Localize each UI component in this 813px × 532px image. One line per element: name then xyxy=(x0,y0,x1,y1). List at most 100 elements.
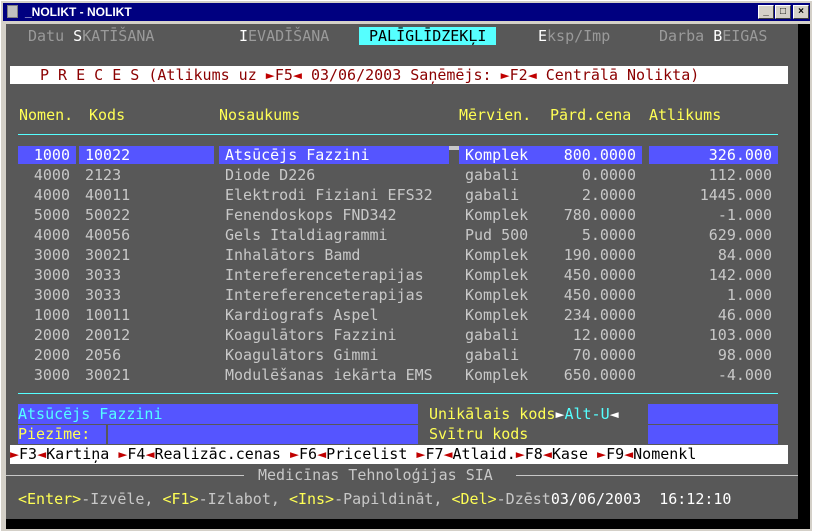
cell-nomen: 5000 xyxy=(33,206,70,224)
title-bar[interactable]: _NOLIKT - NOLIKT _ □ × xyxy=(3,3,810,21)
table-row[interactable]: 4000 2123 Diode D226 gabali 0.0000 112.000 xyxy=(6,165,798,185)
cell-atlikums: 326.000 xyxy=(649,146,778,164)
cell-nosaukums: Gels Italdiagrammi xyxy=(225,226,388,244)
cell-mervien: gabali xyxy=(465,326,520,344)
cell-kods: 40011 xyxy=(85,186,131,204)
text-cursor xyxy=(449,146,459,150)
table-row[interactable]: 2000 20012 Koagulātors Fazzini gabali 12.000… xyxy=(6,325,798,345)
hint-ins-key[interactable]: <Ins> xyxy=(289,490,334,508)
minimize-button[interactable]: _ xyxy=(758,5,774,19)
f6-label[interactable]: Pricelist xyxy=(326,445,407,463)
cell-pard-cena: 650.0000 xyxy=(563,366,636,384)
cell-atlikums: -1.000 xyxy=(717,206,772,224)
horizontal-scrollbar[interactable] xyxy=(6,519,810,529)
balance-date[interactable]: 03/06/2003 xyxy=(311,66,401,84)
f3-key[interactable]: F3 xyxy=(19,445,37,463)
f5-key[interactable]: F5 xyxy=(275,66,293,84)
table-row[interactable]: 3000 30021 Modulēšanas iekārta EMS Komplek 6… xyxy=(6,365,798,385)
alt-u-key[interactable]: Alt-U xyxy=(564,405,609,423)
selected-name-field[interactable]: Atsūcējs Fazzini xyxy=(18,404,418,424)
cell-mervien: Komplek xyxy=(465,366,529,384)
cell-nosaukums: Inhalātors Bamd xyxy=(225,246,361,264)
cell-mervien: gabali xyxy=(465,186,520,204)
cell-atlikums: 1445.000 xyxy=(699,186,772,204)
f4-label[interactable]: Realizāc.cenas xyxy=(155,445,281,463)
cell-nosaukums: Fenendoskops FND342 xyxy=(225,206,397,224)
cell-atlikums: 46.000 xyxy=(717,306,772,324)
table-row[interactable]: 3000 3033 Intereferenceterapijas Komplek 450… xyxy=(6,285,798,305)
cell-atlikums: 142.000 xyxy=(708,266,772,284)
menu-item-darba-beigas[interactable]: Darba BEIGAS xyxy=(659,27,767,45)
menu-item-eksp-imp[interactable]: Eksp/Imp xyxy=(538,27,610,45)
cell-nomen: 1000 xyxy=(18,146,76,164)
cell-mervien: Komplek xyxy=(465,246,529,264)
cell-pard-cena: 12.0000 xyxy=(572,326,636,344)
console-screen: Datu SKATĪŠANA IEVADĪŠANA PALĪGLĪDZEKĻI … xyxy=(6,24,798,519)
divider xyxy=(516,475,798,476)
hint-f1-key[interactable]: <F1> xyxy=(163,490,199,508)
cell-mervien: Komplek xyxy=(465,206,529,224)
menu-item-datu[interactable]: Datu SKATĪŠANA xyxy=(28,27,154,45)
col-header-mervien: Mērvien. xyxy=(459,106,532,124)
table-row[interactable]: 3000 30021 Inhalātors Bamd Komplek 190.0000 8… xyxy=(6,245,798,265)
cell-atlikums: 1.000 xyxy=(726,286,772,304)
cell-nomen: 2000 xyxy=(33,326,70,344)
f7-key[interactable]: F7 xyxy=(425,445,443,463)
f8-key[interactable]: F8 xyxy=(525,445,543,463)
cell-nomen: 4000 xyxy=(33,226,70,244)
table-row[interactable]: 1000 10022 Atsūcējs Fazzini Komplek 800.0000… xyxy=(6,145,798,165)
hint-f1-label: -Izlabot, xyxy=(198,490,289,508)
cell-pard-cena: 800.0000 xyxy=(539,146,642,164)
barcode-field[interactable] xyxy=(648,425,778,444)
table-row[interactable]: 4000 40056 Gels Italdiagrammi Pud 500 5.0000… xyxy=(6,225,798,245)
arrow-right-icon: ► xyxy=(289,445,299,463)
maximize-button[interactable]: □ xyxy=(775,5,791,19)
hint-enter-key[interactable]: <Enter> xyxy=(18,490,81,508)
receiver-value[interactable]: Centrālā Nolikta) xyxy=(546,66,700,84)
table-row[interactable]: 2000 2056 Koagulātors Gimmi gabali 70.0000 98… xyxy=(6,345,798,365)
menu-item-ievadisana[interactable]: IEVADĪŠANA xyxy=(239,27,329,45)
table-row[interactable]: 4000 40011 Elektrodi Fiziani EFS32 gabali 2.… xyxy=(6,185,798,205)
app-icon[interactable] xyxy=(7,5,18,18)
cell-kods: 3033 xyxy=(85,286,122,304)
f2-key[interactable]: F2 xyxy=(510,66,528,84)
table-row[interactable]: 5000 50022 Fenendoskops FND342 Komplek 780.0… xyxy=(6,205,798,225)
cell-atlikums: 84.000 xyxy=(717,246,772,264)
note-field[interactable] xyxy=(108,425,418,444)
status-bar: <Enter>-Izvēle, <F1>-Izlabot, <Ins>-Papi… xyxy=(6,489,798,509)
table-row[interactable]: 3000 3033 Intereferenceterapijas Komplek 450… xyxy=(6,265,798,285)
f9-label[interactable]: Nomenkl xyxy=(633,445,696,463)
vertical-scrollbar[interactable] xyxy=(798,24,810,519)
hint-del-key[interactable]: <Del> xyxy=(452,490,497,508)
unique-code-label: Unikālais kods►Alt-U◄ xyxy=(429,405,619,423)
divider xyxy=(6,475,244,476)
cell-pard-cena: 234.0000 xyxy=(563,306,636,324)
barcode-label: Svītru kods xyxy=(429,425,529,443)
arrow-right-icon: ► xyxy=(597,445,607,463)
cell-mervien: gabali xyxy=(465,166,520,184)
status-datetime: 03/06/2003 16:12:10 xyxy=(550,490,732,508)
table-row[interactable]: 1000 10011 Kardiografs Aspel Komplek 234.000… xyxy=(6,305,798,325)
function-key-bar: ►F3◄Kartiņa ►F4◄Realizāc.cenas ►F6◄Price… xyxy=(10,445,788,464)
cell-nomen: 3000 xyxy=(33,286,70,304)
cell-kods: 2056 xyxy=(85,346,122,364)
menu-item-paligliidzekli[interactable]: PALĪGLĪDZEKĻI xyxy=(359,27,497,45)
cell-pard-cena: 0.0000 xyxy=(581,166,636,184)
f7-label[interactable]: Atlaid. xyxy=(453,445,516,463)
f8-label[interactable]: Kase xyxy=(552,445,588,463)
company-name: Medicīnas Tehnoloģijas SIA xyxy=(258,466,493,484)
cell-mervien: Komplek xyxy=(465,306,529,324)
f3-label[interactable]: Kartiņa xyxy=(46,445,109,463)
cell-kods: 3033 xyxy=(85,266,122,284)
cell-atlikums: 103.000 xyxy=(708,326,772,344)
note-label: Piezīme: xyxy=(18,425,106,444)
f9-key[interactable]: F9 xyxy=(606,445,624,463)
cell-nomen: 1000 xyxy=(33,306,70,324)
f6-key[interactable]: F6 xyxy=(299,445,317,463)
unique-code-field[interactable] xyxy=(648,404,778,424)
f4-key[interactable]: F4 xyxy=(127,445,145,463)
cell-kods: 10022 xyxy=(79,146,214,164)
close-button[interactable]: × xyxy=(793,5,809,19)
cell-nosaukums: Elektrodi Fiziani EFS32 xyxy=(225,186,433,204)
receiver-label: Saņēmējs: xyxy=(410,66,492,84)
